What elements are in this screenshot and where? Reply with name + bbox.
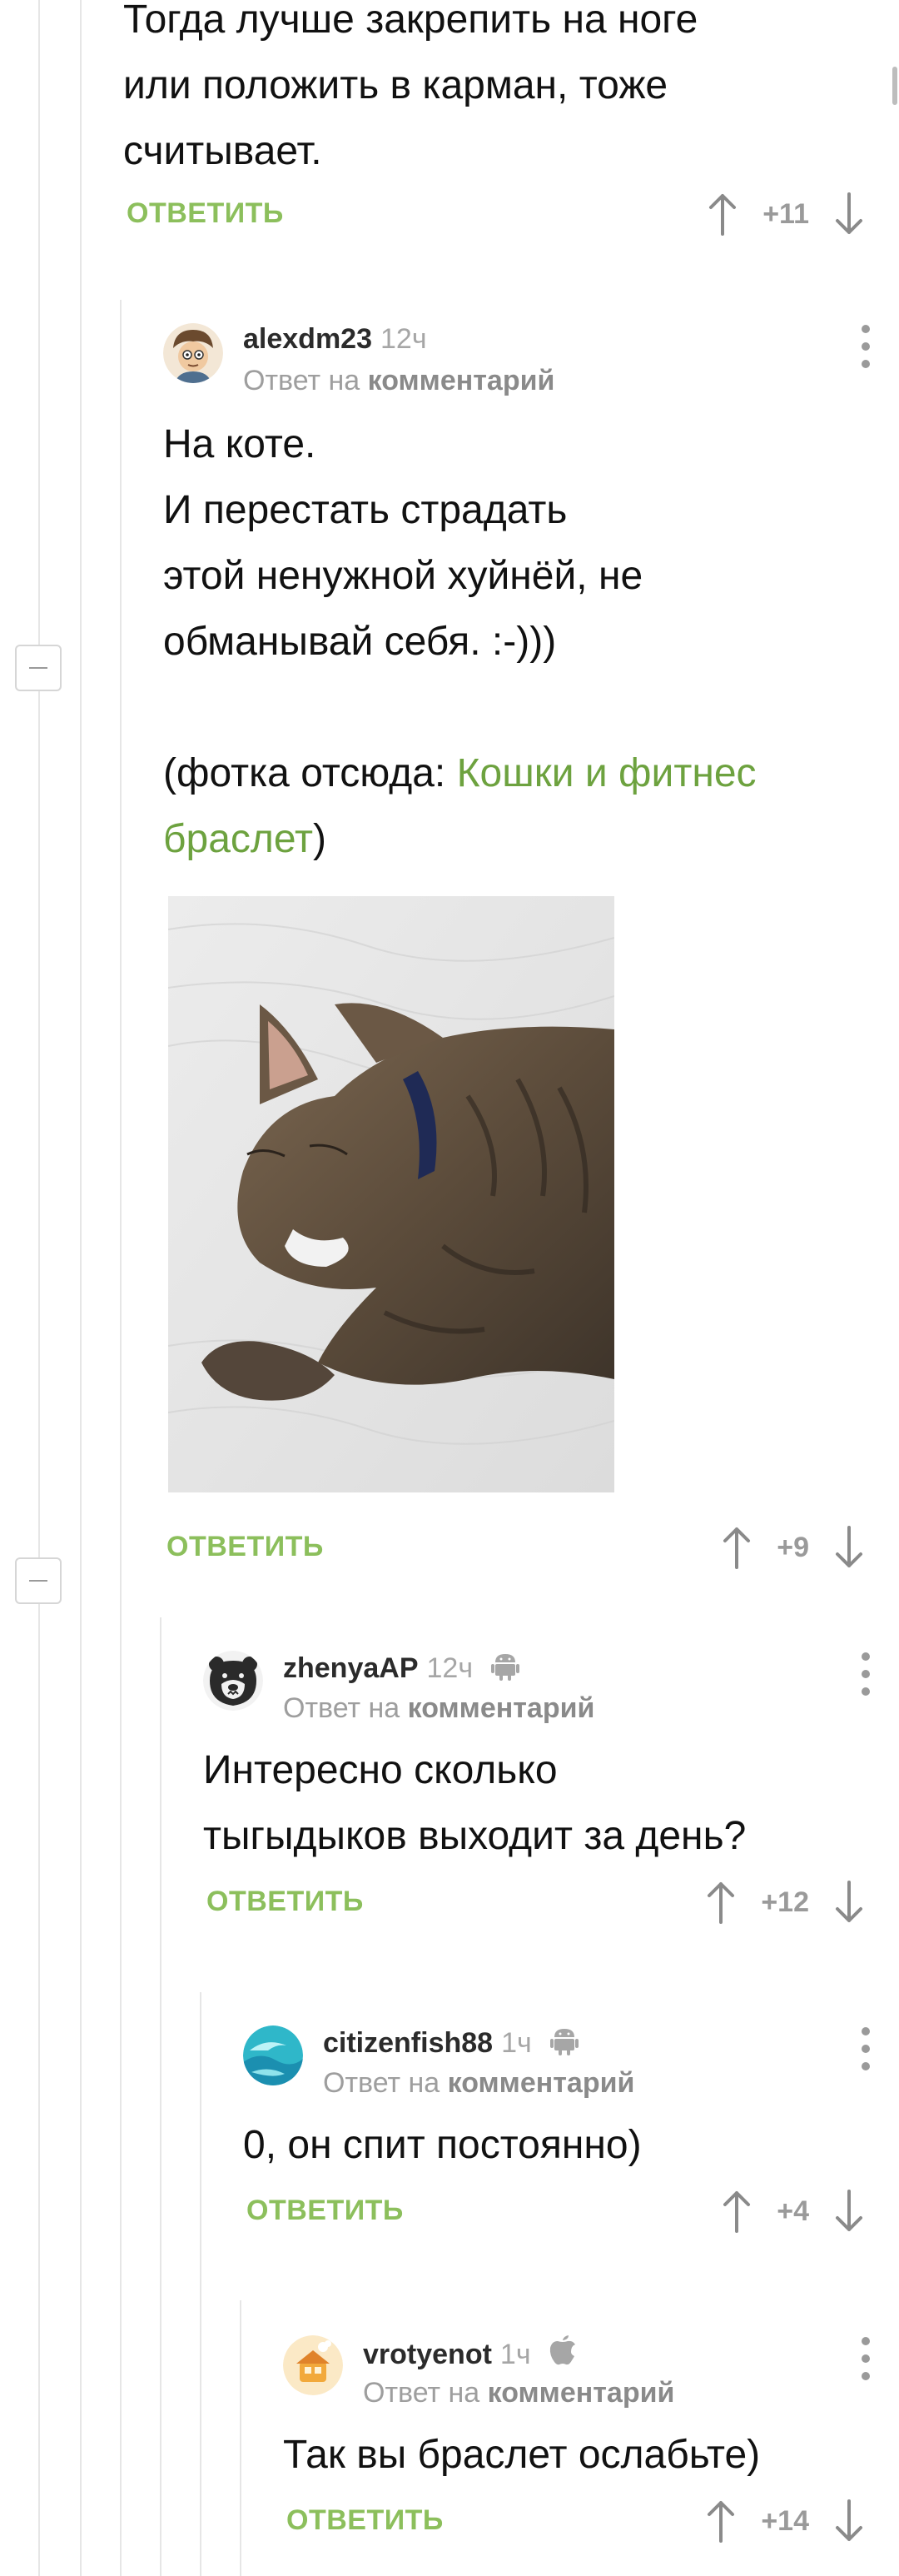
thread-line-level-0 (38, 0, 40, 2576)
downvote-arrow-icon[interactable] (832, 192, 866, 236)
comment-actions: ОТВЕТИТЬ +14 (283, 2494, 899, 2548)
reply-to-line: Ответ на комментарий (283, 1692, 594, 1725)
downvote-arrow-icon[interactable] (832, 2190, 866, 2233)
comment: vrotyenot 1ч Ответ на комментарий Так вы … (283, 2329, 899, 2548)
reply-button[interactable]: ОТВЕТИТЬ (206, 1886, 364, 1918)
upvote-arrow-icon[interactable] (704, 2499, 738, 2543)
thread-line-level-2 (120, 300, 122, 2576)
downvote-arrow-icon[interactable] (832, 1881, 866, 1924)
collapse-thread-button[interactable] (15, 645, 62, 691)
vote-controls: +14 (704, 2496, 866, 2546)
vote-controls: +11 (706, 189, 866, 239)
reply-to-line: Ответ на комментарий (323, 2067, 634, 2100)
comment-text: Так вы браслет ослабьте) (283, 2433, 761, 2477)
comment-time: 1ч (499, 2339, 531, 2370)
username[interactable]: vrotyenot (363, 2339, 492, 2370)
comment: citizenfish88 1ч Ответ на комментарий 0, … (243, 2019, 899, 2238)
android-icon (549, 2025, 579, 2063)
comment-author[interactable]: alexdm23 12ч (243, 323, 427, 356)
downvote-arrow-icon[interactable] (832, 1526, 866, 1569)
comment-actions: ОТВЕТИТЬ +11 (123, 187, 899, 241)
comment-text: На коте. И перестать страдать этой ненуж… (163, 411, 899, 872)
more-options-icon[interactable] (861, 325, 871, 375)
comment-header: alexdm23 12ч Ответ на комментарий (163, 316, 899, 410)
comment-header: citizenfish88 1ч Ответ на комментарий (243, 2019, 899, 2112)
comment-author[interactable]: citizenfish88 1ч (323, 2025, 579, 2063)
parent-comment-link[interactable]: комментарий (488, 2377, 675, 2409)
comment: zhenyaAP 12ч Ответ на комментарий Интерес… (203, 1644, 899, 1929)
android-icon (491, 1651, 520, 1688)
comment-time: 12ч (380, 323, 427, 355)
more-options-icon[interactable] (861, 2027, 871, 2077)
downvote-arrow-icon[interactable] (832, 2499, 866, 2543)
user-avatar[interactable] (243, 2025, 303, 2085)
comment-image[interactable] (168, 896, 614, 1492)
collapse-thread-button[interactable] (15, 1557, 62, 1604)
comment-author[interactable]: vrotyenot 1ч (363, 2335, 576, 2374)
vote-controls: +4 (720, 2186, 866, 2236)
comment-author[interactable]: zhenyaAP 12ч (283, 1651, 520, 1688)
user-avatar[interactable] (283, 2335, 343, 2395)
comment-actions: ОТВЕТИТЬ +9 (163, 1521, 899, 1574)
apple-icon (549, 2335, 576, 2374)
reply-button[interactable]: ОТВЕТИТЬ (166, 1531, 324, 1563)
comment-text: Тогда лучше закрепить на ноге или положи… (123, 0, 698, 173)
comment: Тогда лучше закрепить на ноге или положи… (123, 0, 899, 241)
thread-line-level-3 (160, 1617, 161, 2576)
comment-header: vrotyenot 1ч Ответ на комментарий (283, 2329, 899, 2422)
more-options-icon[interactable] (861, 2337, 871, 2387)
upvote-arrow-icon[interactable] (720, 1526, 753, 1569)
upvote-arrow-icon[interactable] (704, 1881, 738, 1924)
comment-time: 1ч (501, 2027, 532, 2059)
rating-value: +11 (762, 197, 809, 230)
reply-to-prefix: Ответ на (283, 1692, 400, 1724)
vote-controls: +9 (720, 1522, 866, 1572)
comment: alexdm23 12ч Ответ на комментарий На коте… (163, 316, 899, 872)
more-options-icon[interactable] (861, 1652, 871, 1702)
comment-actions: ОТВЕТИТЬ +12 (203, 1876, 899, 1929)
username[interactable]: zhenyaAP (283, 1652, 419, 1684)
reply-button[interactable]: ОТВЕТИТЬ (127, 197, 284, 230)
vote-controls: +12 (704, 1877, 866, 1927)
thread-line-level-4 (200, 1992, 201, 2576)
rating-value: +12 (761, 1886, 809, 1918)
reply-to-line: Ответ на комментарий (363, 2377, 674, 2409)
comment-actions: ОТВЕТИТЬ +4 (243, 2185, 899, 2238)
parent-comment-link[interactable]: комментарий (368, 365, 555, 396)
reply-button[interactable]: ОТВЕТИТЬ (246, 2195, 404, 2227)
username[interactable]: citizenfish88 (323, 2027, 493, 2059)
username[interactable]: alexdm23 (243, 323, 372, 355)
comment-text-body: На коте. И перестать страдать этой ненуж… (163, 422, 643, 795)
reply-to-prefix: Ответ на (243, 365, 360, 396)
thread-line-level-1 (80, 0, 82, 2576)
upvote-arrow-icon[interactable] (706, 192, 739, 236)
thread-line-level-5 (240, 2300, 241, 2576)
comment-header: zhenyaAP 12ч Ответ на комментарий (203, 1644, 899, 1737)
upvote-arrow-icon[interactable] (720, 2190, 753, 2233)
reply-to-prefix: Ответ на (363, 2377, 480, 2409)
rating-value: +4 (777, 2195, 809, 2227)
comment-text: Интересно сколько тыгыдыков выходит за д… (203, 1748, 747, 1858)
comment-text-end: ) (312, 817, 326, 861)
comment-time: 12ч (426, 1652, 474, 1684)
user-avatar[interactable] (203, 1651, 263, 1711)
parent-comment-link[interactable]: комментарий (448, 2067, 635, 2099)
user-avatar[interactable] (163, 323, 223, 383)
rating-value: +14 (761, 2504, 809, 2537)
comment-text: 0, он спит постоянно) (243, 2123, 642, 2167)
reply-to-prefix: Ответ на (323, 2067, 440, 2099)
reply-to-line: Ответ на комментарий (243, 365, 554, 397)
reply-button[interactable]: ОТВЕТИТЬ (286, 2504, 444, 2537)
parent-comment-link[interactable]: комментарий (408, 1692, 595, 1724)
rating-value: +9 (777, 1531, 809, 1563)
